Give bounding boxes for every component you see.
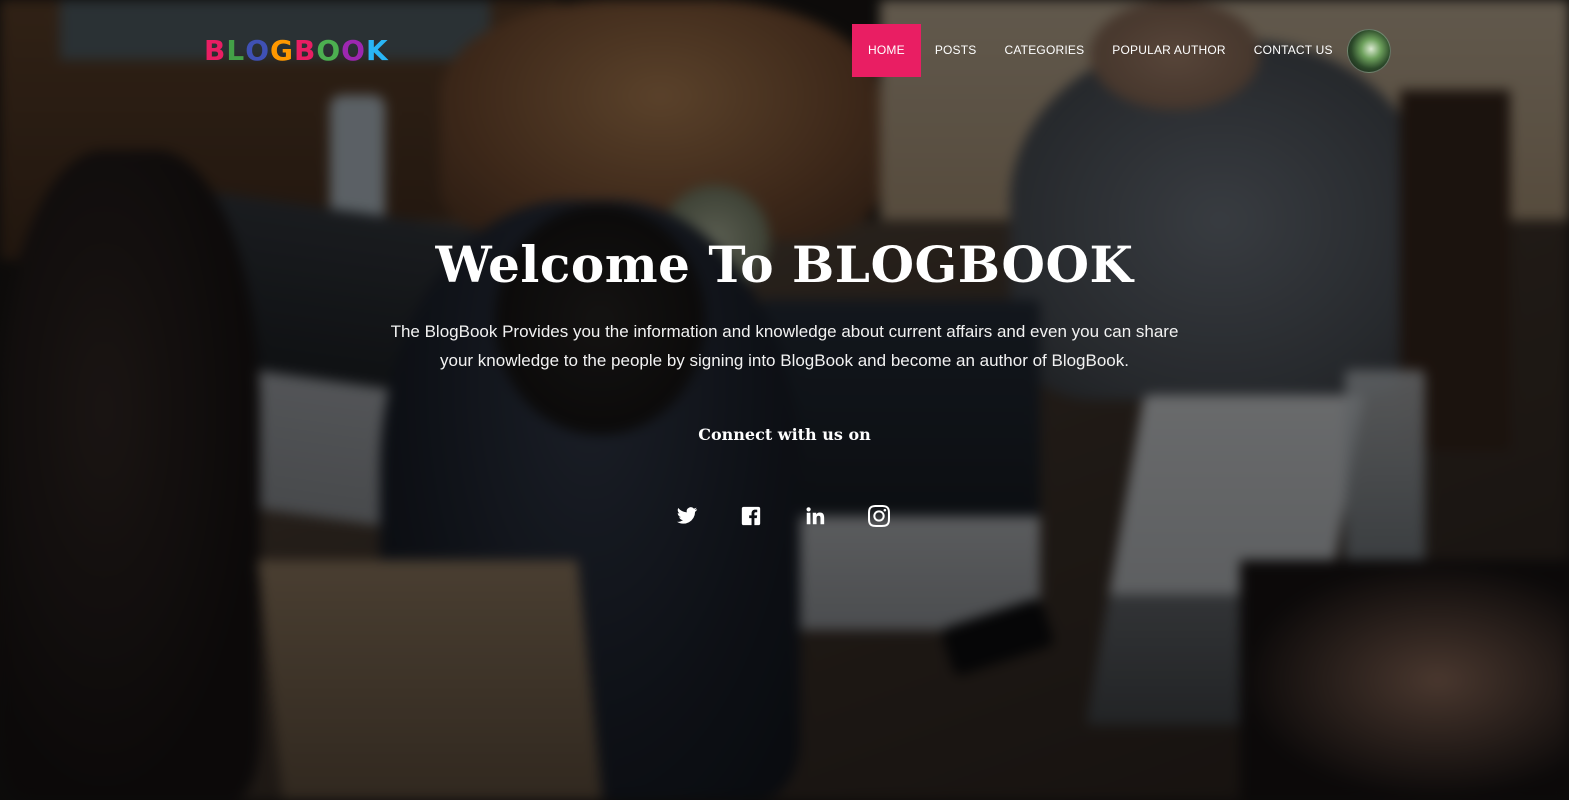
user-avatar[interactable] — [1347, 29, 1391, 73]
brand-letter: B — [293, 34, 317, 67]
social-links — [0, 504, 1569, 528]
brand-letter: O — [341, 34, 366, 67]
brand-letter: B — [204, 34, 227, 67]
brand-letter: K — [365, 34, 389, 67]
brand-letter: L — [226, 34, 246, 67]
nav-item-contact-us[interactable]: CONTACT US — [1240, 24, 1347, 77]
hero-description: The BlogBook Provides you the informatio… — [390, 322, 1179, 370]
facebook-icon[interactable] — [739, 504, 763, 528]
nav-links: HOME POSTS CATEGORIES POPULAR AUTHOR CON… — [852, 24, 1347, 77]
navbar: BLOGBOOK HOME POSTS CATEGORIES POPULAR A… — [0, 0, 1569, 100]
hero-content: Welcome To BLOGBOOK The BlogBook Provide… — [0, 230, 1569, 528]
hero-section: BLOGBOOK HOME POSTS CATEGORIES POPULAR A… — [0, 0, 1569, 800]
brand-logo[interactable]: BLOGBOOK — [204, 33, 389, 69]
nav-item-popular-author[interactable]: POPULAR AUTHOR — [1098, 24, 1240, 77]
twitter-icon[interactable] — [675, 504, 699, 528]
nav-item-home[interactable]: HOME — [852, 24, 921, 77]
brand-letter: G — [270, 34, 294, 67]
connect-label: Connect with us on — [698, 425, 871, 444]
hero-title: Welcome To BLOGBOOK — [435, 235, 1134, 294]
nav-item-categories[interactable]: CATEGORIES — [991, 24, 1099, 77]
instagram-icon[interactable] — [867, 504, 891, 528]
linkedin-icon[interactable] — [803, 504, 827, 528]
nav-item-posts[interactable]: POSTS — [921, 24, 991, 77]
brand-letter: O — [316, 34, 342, 67]
brand-letter: O — [245, 34, 270, 67]
